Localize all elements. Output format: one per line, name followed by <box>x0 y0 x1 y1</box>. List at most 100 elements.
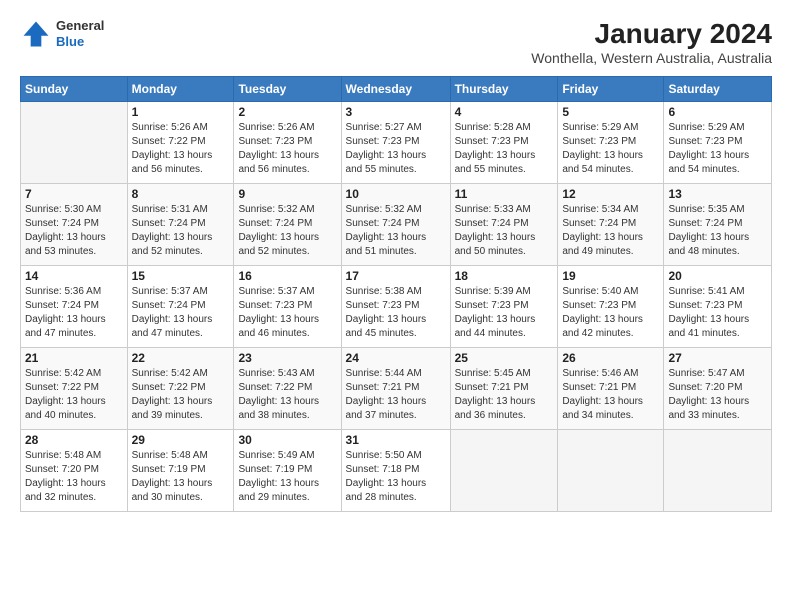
day-number: 24 <box>346 351 446 365</box>
table-row: 17 Sunrise: 5:38 AMSunset: 7:23 PMDayligh… <box>341 266 450 348</box>
table-row: 2Sunrise: 5:26 AMSunset: 7:23 PMDaylight… <box>234 102 341 184</box>
table-row: 15 Sunrise: 5:37 AMSunset: 7:24 PMDayligh… <box>127 266 234 348</box>
table-row: 7 Sunrise: 5:30 AMSunset: 7:24 PMDaylight… <box>21 184 128 266</box>
table-row: 30 Sunrise: 5:49 AMSunset: 7:19 PMDayligh… <box>234 430 341 512</box>
col-friday: Friday <box>558 77 664 102</box>
day-info: Sunrise: 5:35 AMSunset: 7:24 PMDaylight:… <box>668 203 767 259</box>
day-info: Sunrise: 5:28 AMSunset: 7:23 PMDaylight:… <box>455 121 554 177</box>
day-number: 4 <box>455 105 554 119</box>
calendar-week-row: 28Sunrise: 5:48 AMSunset: 7:20 PMDayligh… <box>21 430 772 512</box>
day-info: Sunrise: 5:31 AMSunset: 7:24 PMDaylight:… <box>132 203 230 259</box>
table-row: 23Sunrise: 5:43 AMSunset: 7:22 PMDayligh… <box>234 348 341 430</box>
day-number: 27 <box>668 351 767 365</box>
table-row: 20 Sunrise: 5:41 AMSunset: 7:23 PMDayligh… <box>664 266 772 348</box>
day-number: 15 <box>132 269 230 283</box>
col-saturday: Saturday <box>664 77 772 102</box>
day-info: Sunrise: 5:29 AMSunset: 7:23 PMDaylight:… <box>562 121 659 177</box>
table-row: 10 Sunrise: 5:32 AMSunset: 7:24 PMDayligh… <box>341 184 450 266</box>
day-info: Sunrise: 5:45 AMSunset: 7:21 PMDaylight:… <box>455 367 554 423</box>
col-wednesday: Wednesday <box>341 77 450 102</box>
table-row: 14 Sunrise: 5:36 AMSunset: 7:24 PMDayligh… <box>21 266 128 348</box>
day-info: Sunrise: 5:47 AMSunset: 7:20 PMDaylight:… <box>668 367 767 423</box>
logo-general: General <box>56 18 104 34</box>
day-info: Sunrise: 5:42 AMSunset: 7:22 PMDaylight:… <box>25 367 123 423</box>
day-info: Sunrise: 5:33 AMSunset: 7:24 PMDaylight:… <box>455 203 554 259</box>
day-info: Sunrise: 5:46 AMSunset: 7:21 PMDaylight:… <box>562 367 659 423</box>
col-monday: Monday <box>127 77 234 102</box>
day-number: 9 <box>238 187 336 201</box>
table-row: 19 Sunrise: 5:40 AMSunset: 7:23 PMDayligh… <box>558 266 664 348</box>
col-sunday: Sunday <box>21 77 128 102</box>
table-row: 8 Sunrise: 5:31 AMSunset: 7:24 PMDaylight… <box>127 184 234 266</box>
table-row: 6Sunrise: 5:29 AMSunset: 7:23 PMDaylight… <box>664 102 772 184</box>
page: General Blue January 2024 Wonthella, Wes… <box>0 0 792 612</box>
calendar-week-row: 7 Sunrise: 5:30 AMSunset: 7:24 PMDaylight… <box>21 184 772 266</box>
table-row <box>558 430 664 512</box>
calendar-week-row: 21 Sunrise: 5:42 AMSunset: 7:22 PMDayligh… <box>21 348 772 430</box>
table-row: 11 Sunrise: 5:33 AMSunset: 7:24 PMDayligh… <box>450 184 558 266</box>
day-number: 2 <box>238 105 336 119</box>
day-info: Sunrise: 5:39 AMSunset: 7:23 PMDaylight:… <box>455 285 554 341</box>
day-info: Sunrise: 5:37 AMSunset: 7:23 PMDaylight:… <box>238 285 336 341</box>
table-row: 24 Sunrise: 5:44 AMSunset: 7:21 PMDayligh… <box>341 348 450 430</box>
day-info: Sunrise: 5:30 AMSunset: 7:24 PMDaylight:… <box>25 203 123 259</box>
day-info: Sunrise: 5:37 AMSunset: 7:24 PMDaylight:… <box>132 285 230 341</box>
col-thursday: Thursday <box>450 77 558 102</box>
day-info: Sunrise: 5:50 AMSunset: 7:18 PMDaylight:… <box>346 449 446 505</box>
header: General Blue January 2024 Wonthella, Wes… <box>20 18 772 66</box>
day-info: Sunrise: 5:49 AMSunset: 7:19 PMDaylight:… <box>238 449 336 505</box>
day-info: Sunrise: 5:34 AMSunset: 7:24 PMDaylight:… <box>562 203 659 259</box>
day-number: 30 <box>238 433 336 447</box>
day-number: 7 <box>25 187 123 201</box>
day-info: Sunrise: 5:48 AMSunset: 7:19 PMDaylight:… <box>132 449 230 505</box>
table-row: 1 Sunrise: 5:26 AMSunset: 7:22 PMDaylight… <box>127 102 234 184</box>
day-info: Sunrise: 5:48 AMSunset: 7:20 PMDaylight:… <box>25 449 123 505</box>
day-number: 1 <box>132 105 230 119</box>
day-info: Sunrise: 5:36 AMSunset: 7:24 PMDaylight:… <box>25 285 123 341</box>
calendar-week-row: 14 Sunrise: 5:36 AMSunset: 7:24 PMDayligh… <box>21 266 772 348</box>
day-info: Sunrise: 5:38 AMSunset: 7:23 PMDaylight:… <box>346 285 446 341</box>
day-info: Sunrise: 5:41 AMSunset: 7:23 PMDaylight:… <box>668 285 767 341</box>
day-number: 11 <box>455 187 554 201</box>
day-number: 20 <box>668 269 767 283</box>
logo-blue: Blue <box>56 34 104 50</box>
table-row <box>450 430 558 512</box>
day-number: 17 <box>346 269 446 283</box>
col-tuesday: Tuesday <box>234 77 341 102</box>
table-row: 3Sunrise: 5:27 AMSunset: 7:23 PMDaylight… <box>341 102 450 184</box>
table-row: 12 Sunrise: 5:34 AMSunset: 7:24 PMDayligh… <box>558 184 664 266</box>
calendar-subtitle: Wonthella, Western Australia, Australia <box>531 50 772 66</box>
logo: General Blue <box>20 18 104 50</box>
table-row: 31Sunrise: 5:50 AMSunset: 7:18 PMDayligh… <box>341 430 450 512</box>
day-info: Sunrise: 5:44 AMSunset: 7:21 PMDaylight:… <box>346 367 446 423</box>
title-block: January 2024 Wonthella, Western Australi… <box>531 18 772 66</box>
logo-text: General Blue <box>56 18 104 49</box>
table-row: 27 Sunrise: 5:47 AMSunset: 7:20 PMDayligh… <box>664 348 772 430</box>
table-row: 5Sunrise: 5:29 AMSunset: 7:23 PMDaylight… <box>558 102 664 184</box>
table-row <box>21 102 128 184</box>
table-row: 4 Sunrise: 5:28 AMSunset: 7:23 PMDaylight… <box>450 102 558 184</box>
table-row: 9Sunrise: 5:32 AMSunset: 7:24 PMDaylight… <box>234 184 341 266</box>
logo-icon <box>20 18 52 50</box>
day-number: 14 <box>25 269 123 283</box>
calendar-table: Sunday Monday Tuesday Wednesday Thursday… <box>20 76 772 512</box>
table-row: 21 Sunrise: 5:42 AMSunset: 7:22 PMDayligh… <box>21 348 128 430</box>
day-number: 10 <box>346 187 446 201</box>
day-number: 8 <box>132 187 230 201</box>
day-info: Sunrise: 5:32 AMSunset: 7:24 PMDaylight:… <box>346 203 446 259</box>
day-number: 19 <box>562 269 659 283</box>
calendar-week-row: 1 Sunrise: 5:26 AMSunset: 7:22 PMDaylight… <box>21 102 772 184</box>
day-info: Sunrise: 5:42 AMSunset: 7:22 PMDaylight:… <box>132 367 230 423</box>
table-row: 16Sunrise: 5:37 AMSunset: 7:23 PMDayligh… <box>234 266 341 348</box>
table-row: 29 Sunrise: 5:48 AMSunset: 7:19 PMDayligh… <box>127 430 234 512</box>
day-number: 29 <box>132 433 230 447</box>
day-number: 18 <box>455 269 554 283</box>
day-number: 21 <box>25 351 123 365</box>
day-number: 12 <box>562 187 659 201</box>
day-info: Sunrise: 5:43 AMSunset: 7:22 PMDaylight:… <box>238 367 336 423</box>
day-number: 22 <box>132 351 230 365</box>
day-info: Sunrise: 5:26 AMSunset: 7:22 PMDaylight:… <box>132 121 230 177</box>
day-info: Sunrise: 5:29 AMSunset: 7:23 PMDaylight:… <box>668 121 767 177</box>
day-info: Sunrise: 5:40 AMSunset: 7:23 PMDaylight:… <box>562 285 659 341</box>
table-row: 28Sunrise: 5:48 AMSunset: 7:20 PMDayligh… <box>21 430 128 512</box>
